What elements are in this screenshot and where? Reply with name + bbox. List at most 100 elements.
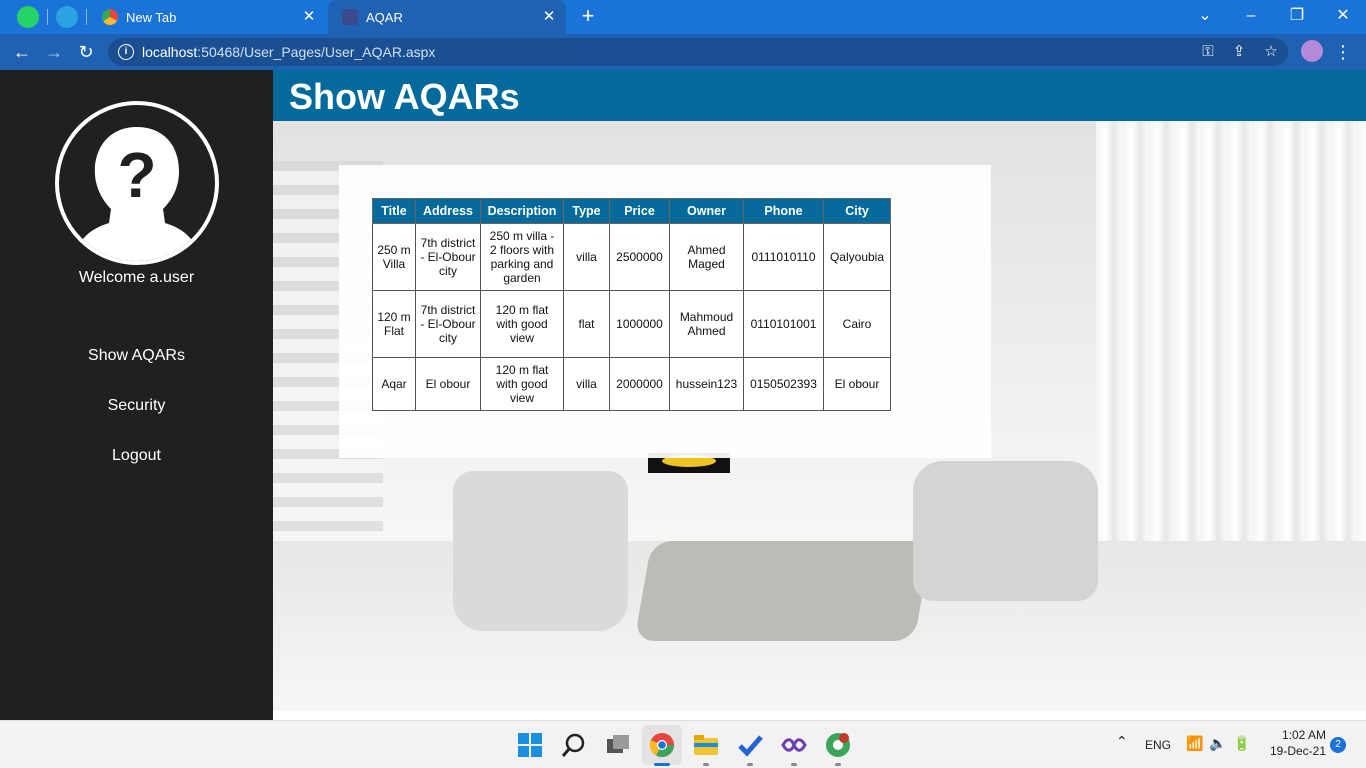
share-icon[interactable]: ⇪: [1229, 43, 1249, 61]
column-header: Title: [372, 198, 416, 224]
page-title: Show AQARs: [289, 76, 520, 117]
table-row: Aqar El obour 120 m flat with good view …: [372, 357, 891, 411]
clock[interactable]: 1:02 AM 19-Dec-21: [1262, 727, 1326, 759]
active-app-indicator: [654, 763, 670, 766]
column-header: Phone: [743, 198, 824, 224]
cell-phone: 0150502393: [743, 357, 824, 411]
browser-menu-icon[interactable]: ⋮: [1334, 39, 1352, 65]
column-header: Type: [563, 198, 610, 224]
chrome-taskbar-icon[interactable]: [649, 732, 675, 758]
clock-date: 19-Dec-21: [1269, 744, 1326, 758]
cell-type: villa: [563, 357, 610, 411]
cell-description: 250 m villa - 2 floors with parking and …: [480, 223, 564, 291]
unknown-user-icon: ?: [73, 127, 201, 261]
volume-icon[interactable]: 🔈: [1209, 735, 1226, 752]
cell-city: Cairo: [823, 290, 891, 358]
app-indicator: [835, 763, 841, 766]
url-host: localhost: [142, 44, 198, 60]
reload-icon[interactable]: ↻: [73, 39, 99, 65]
wifi-icon[interactable]: 📶: [1186, 735, 1203, 752]
svg-text:?: ?: [117, 139, 156, 211]
table-row: 120 m Flat 7th district - El-Obour city …: [372, 290, 891, 358]
column-header: Owner: [669, 198, 744, 224]
cell-price: 1000000: [609, 290, 670, 358]
telegram-tab-icon[interactable]: [56, 6, 78, 28]
search-icon[interactable]: [561, 732, 587, 758]
windows-start-icon[interactable]: [517, 732, 543, 758]
notification-badge[interactable]: 2: [1330, 737, 1346, 753]
tab-title: New Tab: [126, 9, 177, 25]
cell-price: 2000000: [609, 357, 670, 411]
cell-city: El obour: [823, 357, 891, 411]
back-icon[interactable]: ←: [9, 39, 35, 65]
cell-city: Qalyoubia: [823, 223, 891, 291]
cell-phone: 0111010110: [743, 223, 824, 291]
battery-icon[interactable]: 🔋: [1233, 735, 1250, 752]
cell-price: 2500000: [609, 223, 670, 291]
page-header: Show AQARs: [273, 70, 1366, 121]
table-row: 250 m Villa 7th district - El-Obour city…: [372, 223, 891, 291]
app-indicator: [747, 763, 753, 766]
tab-aqar[interactable]: AQAR ✕: [328, 0, 566, 34]
tab-separator: [86, 9, 87, 25]
cell-description: 120 m flat with good view: [480, 290, 564, 358]
tab-separator: [47, 9, 48, 25]
background-curtain: [1096, 121, 1366, 591]
whatsapp-tab-icon[interactable]: [17, 6, 39, 28]
bookmark-star-icon[interactable]: ☆: [1261, 43, 1281, 61]
cell-phone: 0110101001: [743, 290, 824, 358]
url-text: localhost:50468/User_Pages/User_AQAR.asp…: [142, 44, 435, 60]
background-chair-left: [453, 471, 628, 631]
tab-title: AQAR: [366, 9, 403, 25]
column-header: Description: [480, 198, 564, 224]
tab-new-tab[interactable]: New Tab ✕: [88, 0, 326, 34]
cell-owner: Ahmed Maged: [669, 223, 744, 291]
site-info-icon[interactable]: i: [118, 44, 134, 60]
profile-avatar[interactable]: [1301, 40, 1323, 62]
user-avatar: ?: [55, 101, 219, 265]
page-footer-strip: [273, 711, 1366, 720]
clock-time: 1:02 AM: [1281, 728, 1326, 742]
cell-description: 120 m flat with good view: [480, 357, 564, 411]
sidebar-item-logout[interactable]: Logout: [0, 447, 273, 465]
app-indicator: [703, 763, 709, 766]
key-icon[interactable]: ⚿: [1198, 43, 1218, 61]
cell-type: flat: [563, 290, 610, 358]
todo-icon[interactable]: [737, 732, 763, 758]
close-tab-icon[interactable]: ✕: [300, 8, 318, 26]
visual-studio-icon[interactable]: [781, 732, 807, 758]
cell-title: Aqar: [372, 357, 416, 411]
cell-owner: Mahmoud Ahmed: [669, 290, 744, 358]
welcome-text: Welcome a.user: [78, 269, 195, 286]
restore-button[interactable]: ❐: [1277, 2, 1317, 30]
column-header: City: [823, 198, 891, 224]
cell-address: 7th district - El-Obour city: [415, 223, 481, 291]
forward-icon[interactable]: →: [41, 39, 67, 65]
aqar-site-icon: [342, 9, 358, 25]
sidebar-item-security[interactable]: Security: [0, 397, 273, 415]
url-path: :50468/User_Pages/User_AQAR.aspx: [197, 44, 436, 60]
cell-title: 250 m Villa: [372, 223, 416, 291]
tab-search-icon[interactable]: ⌄: [1185, 2, 1225, 30]
browser-toolbar: ← → ↻ i localhost:50468/User_Pages/User_…: [0, 34, 1366, 70]
cell-type: villa: [563, 223, 610, 291]
address-bar[interactable]: i localhost:50468/User_Pages/User_AQAR.a…: [108, 38, 1288, 66]
file-explorer-icon[interactable]: [693, 732, 719, 758]
show-hidden-icons-icon[interactable]: ⌃: [1116, 733, 1128, 750]
close-window-button[interactable]: ✕: [1323, 2, 1363, 30]
minimize-button[interactable]: –: [1231, 2, 1271, 30]
cell-address: 7th district - El-Obour city: [415, 290, 481, 358]
chrome-profile-taskbar-icon[interactable]: [825, 732, 851, 758]
language-indicator[interactable]: ENG: [1145, 738, 1171, 752]
taskbar: ⌃ ENG 📶 🔈 🔋 1:02 AM 19-Dec-21 2: [0, 720, 1366, 768]
cell-owner: hussein123: [669, 357, 744, 411]
aqar-table: Title Address Description Type Price Own…: [372, 198, 891, 411]
task-view-icon[interactable]: [605, 732, 631, 758]
cell-title: 120 m Flat: [372, 290, 416, 358]
column-header: Address: [415, 198, 481, 224]
close-tab-icon[interactable]: ✕: [540, 8, 558, 26]
column-header: Price: [609, 198, 670, 224]
background-rug: [634, 541, 932, 641]
new-tab-button[interactable]: +: [576, 4, 600, 28]
sidebar-item-show-aqars[interactable]: Show AQARs: [0, 347, 273, 365]
